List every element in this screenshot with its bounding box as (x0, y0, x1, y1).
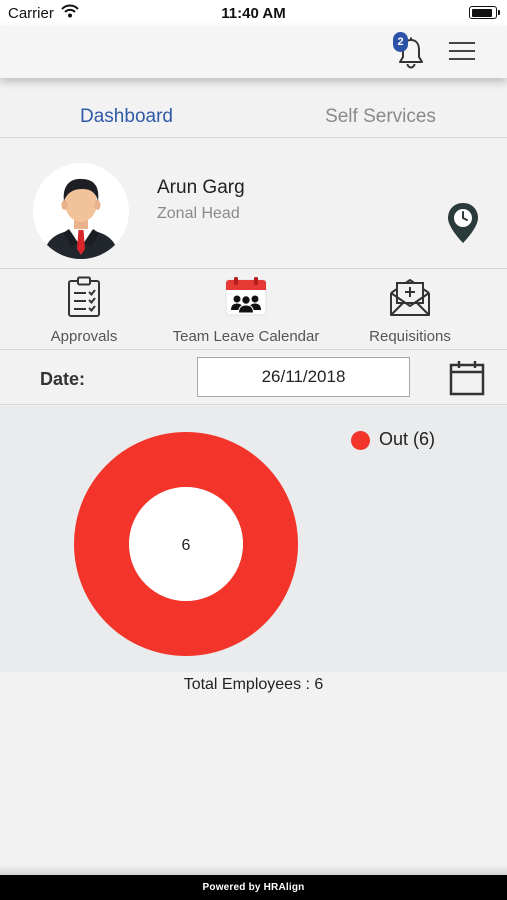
approvals-button[interactable]: Approvals (38, 276, 130, 346)
tab-self-services[interactable]: Self Services (254, 96, 507, 138)
requisitions-label: Requisitions (369, 328, 451, 345)
employee-role: Zonal Head (157, 205, 240, 222)
footer-powered-by: Powered by HRAlign (0, 875, 507, 900)
battery-icon (469, 6, 500, 19)
employee-name: Arun Garg (157, 177, 245, 198)
total-employees: Total Employees : 6 (183, 676, 324, 693)
menu-icon (449, 42, 475, 44)
app-header: 2 (0, 26, 507, 78)
clipboard-checklist-icon (68, 276, 100, 317)
notifications-button[interactable]: 2 (393, 32, 429, 72)
team-calendar-icon (225, 277, 267, 316)
date-field[interactable]: 26/11/2018 (197, 357, 410, 397)
tab-dashboard[interactable]: Dashboard (0, 96, 253, 138)
profile-card: Arun Garg Zonal Head (0, 139, 507, 269)
date-filter-row: Date: 26/11/2018 (0, 351, 507, 405)
donut-center-label: 6 (182, 537, 191, 554)
legend-swatch-out (351, 431, 370, 450)
legend-label-out: Out (6) (379, 429, 436, 449)
team-leave-calendar-button[interactable]: Team Leave Calendar (166, 276, 326, 346)
chart-panel: 6 Out (6) (0, 406, 507, 672)
date-label: Date: (40, 369, 86, 389)
approvals-label: Approvals (50, 328, 118, 345)
quick-actions: Approvals Team Leave Calendar Requisitio… (0, 270, 507, 350)
status-bar: Carrier 11:40 AM (0, 0, 507, 26)
envelope-add-icon (390, 279, 430, 316)
notification-badge: 2 (393, 32, 408, 52)
location-pin-button[interactable] (443, 201, 483, 245)
menu-button[interactable] (446, 39, 478, 65)
calendar-button[interactable] (449, 360, 485, 396)
status-time: 11:40 AM (221, 5, 286, 22)
tab-bar: Dashboard Self Services (0, 96, 507, 138)
location-pin-icon (448, 203, 478, 243)
avatar[interactable] (33, 163, 129, 259)
team-leave-calendar-label: Team Leave Calendar (172, 328, 320, 345)
requisitions-button[interactable]: Requisitions (362, 276, 458, 346)
calendar-icon (449, 361, 485, 396)
